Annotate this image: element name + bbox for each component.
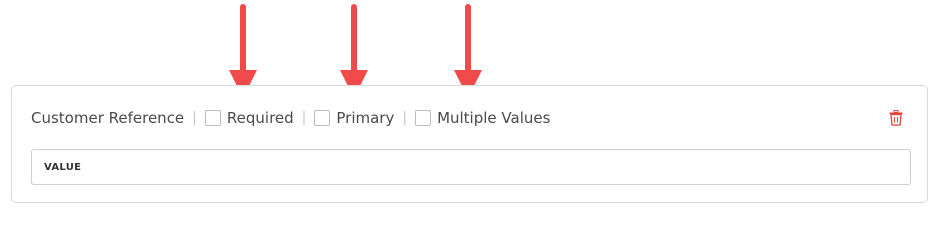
field-options-row: Customer Reference | Required | Primary … [31, 106, 550, 130]
primary-option[interactable]: Primary [314, 109, 394, 127]
field-editor-screenshot: Customer Reference | Required | Primary … [0, 0, 936, 216]
primary-label: Primary [336, 109, 395, 127]
value-input[interactable] [31, 149, 911, 185]
required-checkbox[interactable] [204, 110, 221, 126]
separator: | [402, 110, 408, 126]
field-label: Customer Reference [31, 109, 185, 127]
separator: | [192, 110, 197, 126]
multiple-values-option[interactable]: Multiple Values [415, 109, 550, 127]
separator: | [301, 110, 307, 126]
trash-icon[interactable] [889, 110, 903, 126]
custom-field-card: Customer Reference | Required | Primary … [11, 85, 928, 203]
multiple-values-label: Multiple Values [437, 109, 551, 127]
multiple-values-checkbox[interactable] [415, 110, 432, 126]
required-label: Required [226, 109, 294, 127]
primary-checkbox[interactable] [314, 110, 331, 126]
required-option[interactable]: Required [204, 109, 294, 127]
